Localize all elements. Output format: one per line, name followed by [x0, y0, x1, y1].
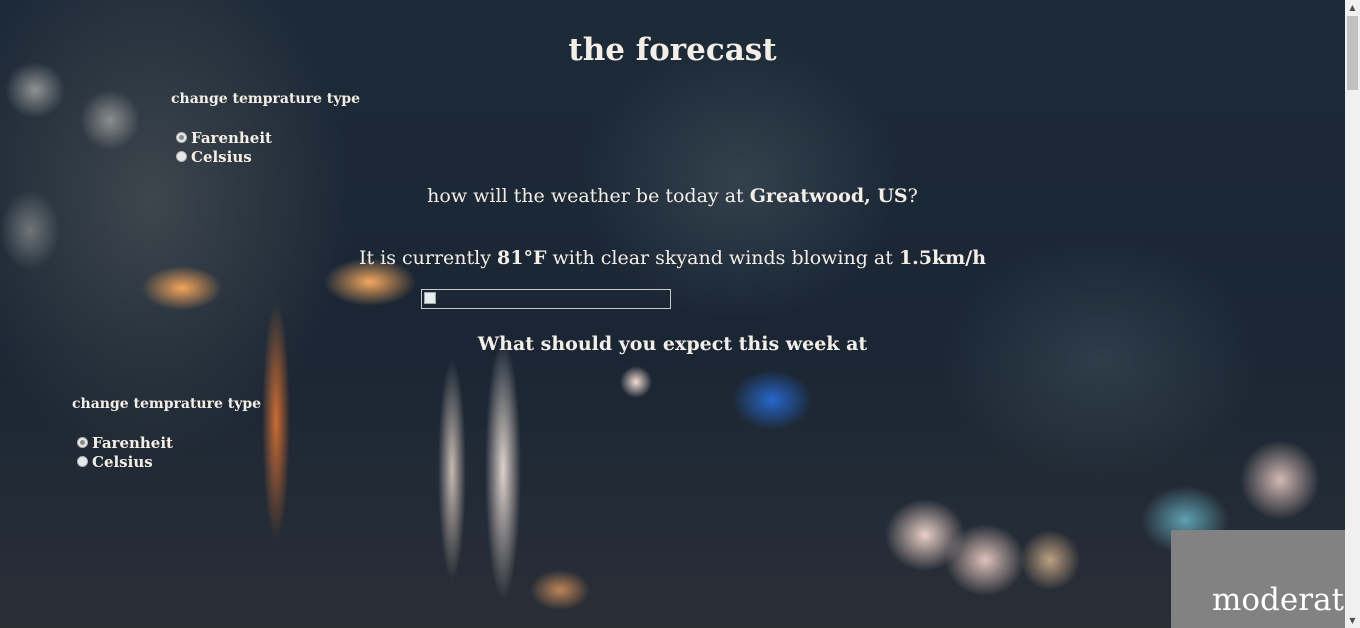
unit-form-heading: change temprature type: [171, 91, 361, 107]
location-name: Greatwood, US: [749, 185, 908, 207]
celsius-radio[interactable]: [176, 151, 187, 162]
farenheit-radio[interactable]: [176, 132, 187, 143]
wind-speed: 1.5km/h: [898, 247, 987, 269]
celsius-label: Celsius: [92, 452, 153, 471]
celsius-label: Celsius: [191, 147, 252, 166]
unit-form-heading: change temprature type: [72, 396, 262, 412]
weather-image: [421, 289, 671, 309]
current-conditions: It is currently 81°F with clear skyand w…: [0, 245, 1345, 271]
farenheit-option[interactable]: Farenheit: [72, 433, 261, 452]
current-temperature: 81°F: [497, 247, 547, 269]
forecast-card-text: moderate: [1212, 582, 1345, 618]
current-middle: with clear skyand winds blowing at: [546, 247, 899, 269]
question-prefix: how will the weather be today at: [427, 185, 750, 207]
question-suffix: ?: [907, 185, 918, 207]
vertical-scrollbar[interactable]: ▲ ▼: [1345, 0, 1360, 628]
week-heading: What should you expect this week at: [477, 333, 868, 355]
farenheit-radio[interactable]: [77, 437, 88, 448]
celsius-option[interactable]: Celsius: [72, 452, 261, 471]
scrollbar-thumb[interactable]: [1347, 16, 1358, 90]
farenheit-label: Farenheit: [191, 128, 272, 147]
current-prefix: It is currently: [358, 247, 498, 269]
arrow-up-icon[interactable]: ▲: [1345, 0, 1360, 15]
farenheit-label: Farenheit: [92, 433, 173, 452]
temperature-unit-form-top: change temprature type Farenheit Celsius: [171, 90, 360, 166]
page-content: the forecast change temprature type Fare…: [0, 0, 1345, 628]
page-title: the forecast: [568, 32, 777, 68]
celsius-radio[interactable]: [77, 456, 88, 467]
temperature-unit-form-bottom: change temprature type Farenheit Celsius: [72, 395, 261, 471]
forecast-card: moderate: [1171, 530, 1345, 628]
celsius-option[interactable]: Celsius: [171, 147, 360, 166]
farenheit-option[interactable]: Farenheit: [171, 128, 360, 147]
arrow-down-icon[interactable]: ▼: [1345, 613, 1360, 628]
broken-image-icon: [424, 292, 436, 304]
today-question: how will the weather be today at Greatwo…: [0, 183, 1345, 209]
